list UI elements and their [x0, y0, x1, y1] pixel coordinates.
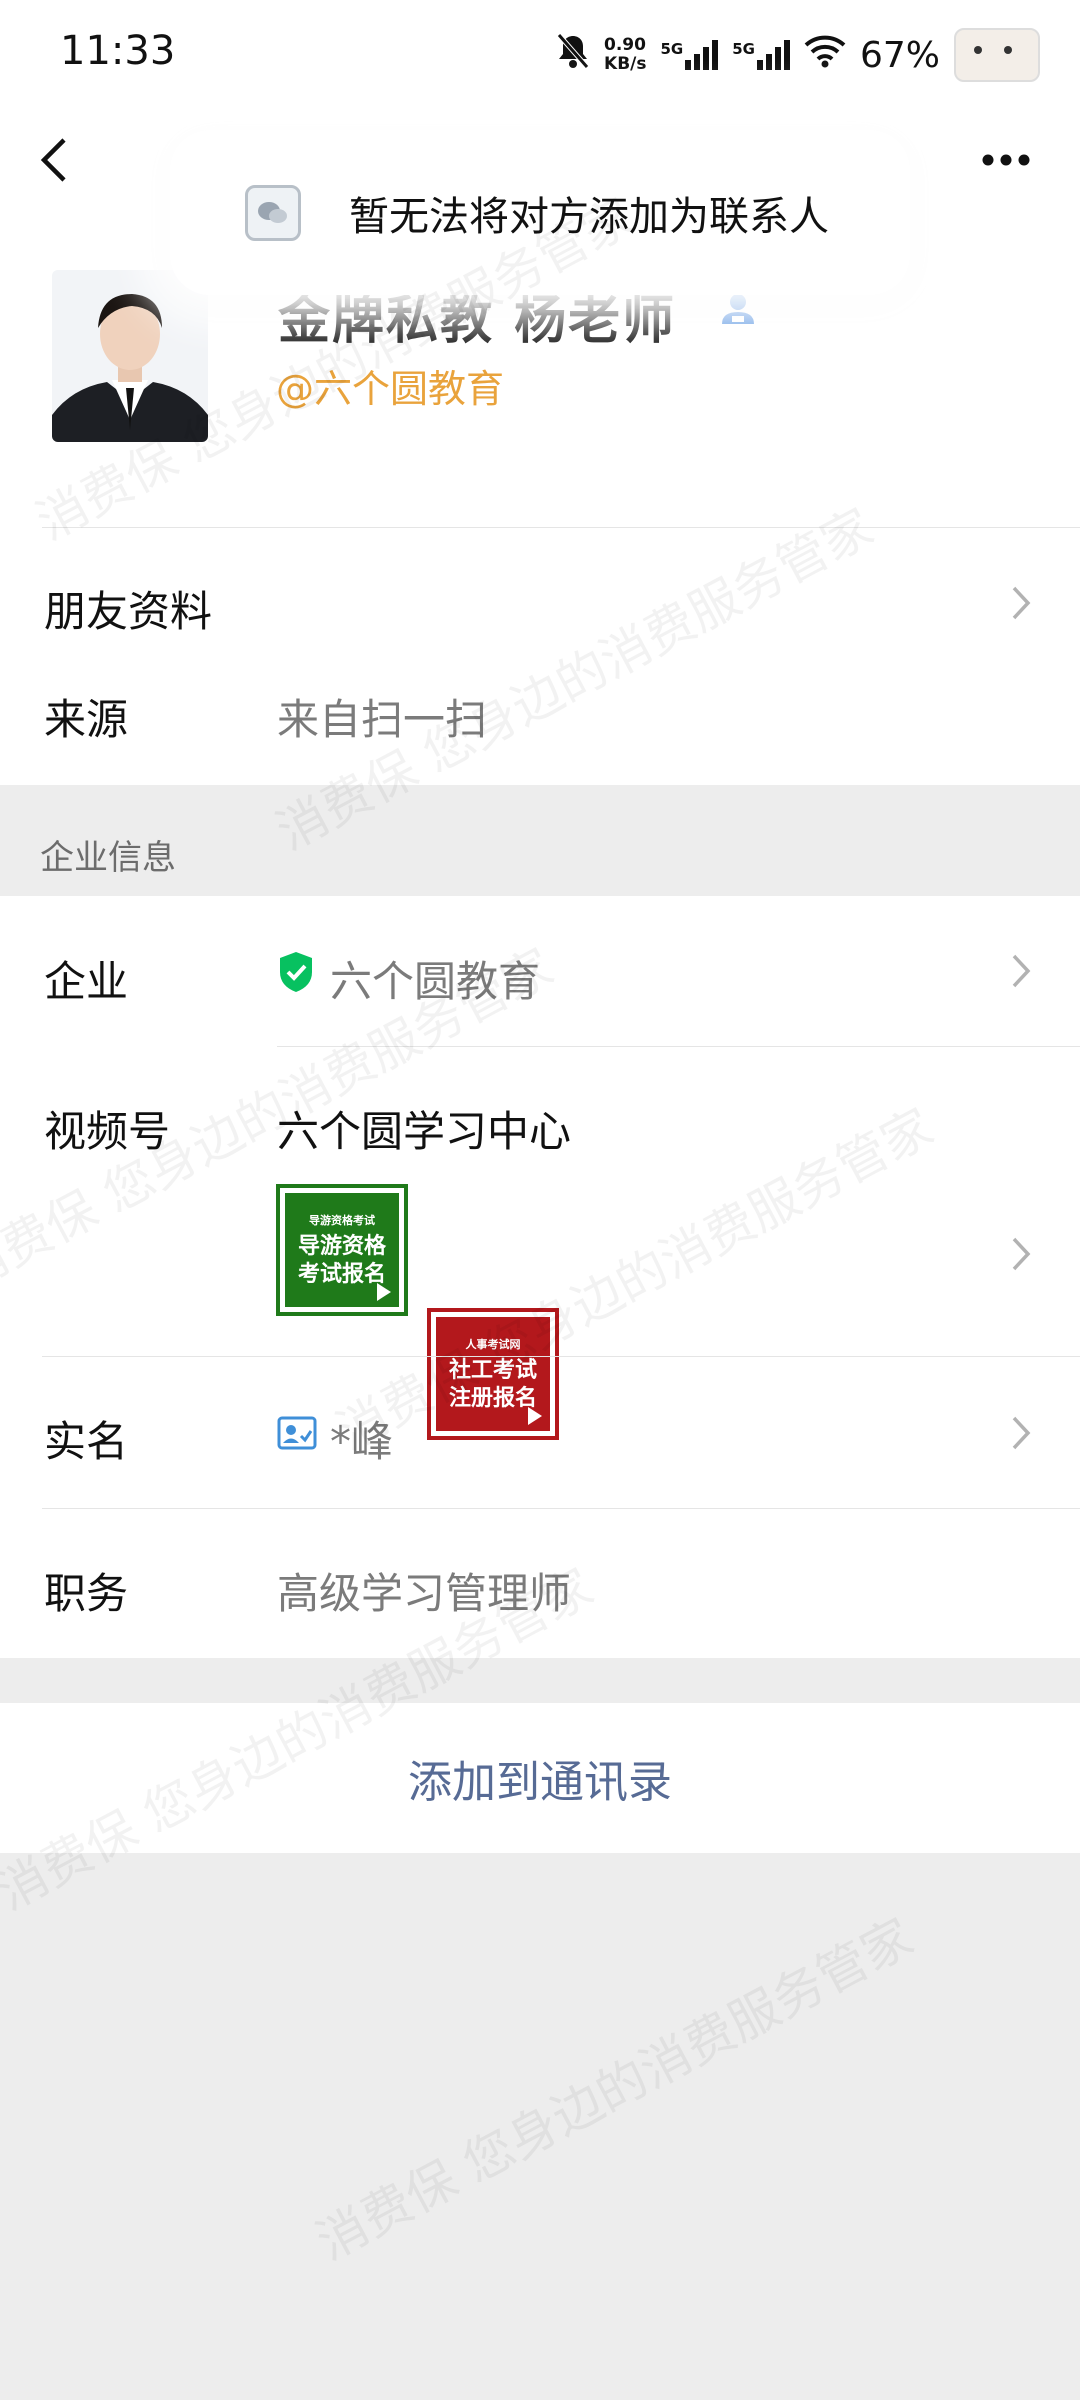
channel-video-thumb[interactable]: 导游资格考试 导游资格 考试报名 — [276, 1184, 408, 1316]
position-value: 高级学习管理师 — [277, 1569, 572, 1618]
company-label: 企业 — [44, 957, 129, 1006]
real-name-value: *峰 — [330, 1417, 394, 1466]
company-value: 六个圆教育 — [330, 957, 541, 1006]
source-value: 来自扫一扫 — [277, 695, 488, 744]
channels-value: 六个圆学习中心 — [277, 1107, 572, 1156]
status-icons: 0.90 KB/s 5G 5G 67% — [556, 28, 1040, 82]
more-button[interactable] — [980, 140, 1032, 180]
source-label: 来源 — [44, 695, 129, 744]
wechat-icon — [245, 184, 301, 241]
battery-level: 67% — [859, 34, 940, 76]
toast-text: 暂无法将对方添加为联系人 — [349, 193, 829, 240]
add-to-contacts-label: 添加到通讯录 — [408, 1757, 672, 1808]
chevron-left-icon — [40, 138, 66, 182]
status-time: 11:33 — [60, 28, 176, 74]
enterprise-card — [0, 896, 1080, 1658]
divider — [42, 1356, 1080, 1357]
cat-battery-icon — [954, 28, 1040, 82]
bell-muted-icon — [556, 32, 590, 79]
section-title: 企业信息 — [40, 838, 176, 878]
chevron-right-icon[interactable] — [1010, 1235, 1032, 1273]
divider — [42, 1508, 1080, 1509]
channel-video-thumb[interactable]: 人事考试网 社工考试 注册报名 — [427, 1308, 559, 1440]
more-dots-icon — [982, 154, 1030, 166]
net-speed: 0.90 KB/s — [604, 35, 647, 74]
play-icon — [528, 1407, 542, 1425]
org-tag[interactable]: @六个圆教育 — [276, 358, 504, 413]
signal-icon-1: 5G — [660, 40, 719, 70]
divider — [277, 1046, 1080, 1047]
watermark: 消费保 您身边的消费服务管家 — [307, 1907, 923, 2272]
chevron-right-icon — [1012, 586, 1031, 620]
id-card-icon — [277, 1416, 317, 1450]
position-label: 职务 — [44, 1569, 129, 1618]
play-icon — [377, 1283, 391, 1301]
chevron-right-icon[interactable] — [1010, 952, 1032, 990]
divider — [42, 527, 1080, 528]
enterprise-user-icon — [716, 290, 760, 330]
friend-info-label[interactable]: 朋友资料 — [44, 578, 212, 639]
toast-message: 暂无法将对方添加为联系人 — [170, 130, 910, 295]
channels-label: 视频号 — [44, 1107, 171, 1156]
back-button[interactable] — [30, 130, 80, 190]
add-to-contacts-button[interactable]: 添加到通讯录 — [0, 1703, 1080, 1853]
signal-icon-2: 5G — [732, 40, 790, 70]
real-name-label: 实名 — [44, 1417, 129, 1466]
avatar[interactable] — [52, 270, 208, 442]
chevron-right-icon[interactable] — [1010, 1414, 1032, 1452]
wifi-icon — [804, 34, 846, 77]
verified-shield-icon — [280, 952, 312, 992]
